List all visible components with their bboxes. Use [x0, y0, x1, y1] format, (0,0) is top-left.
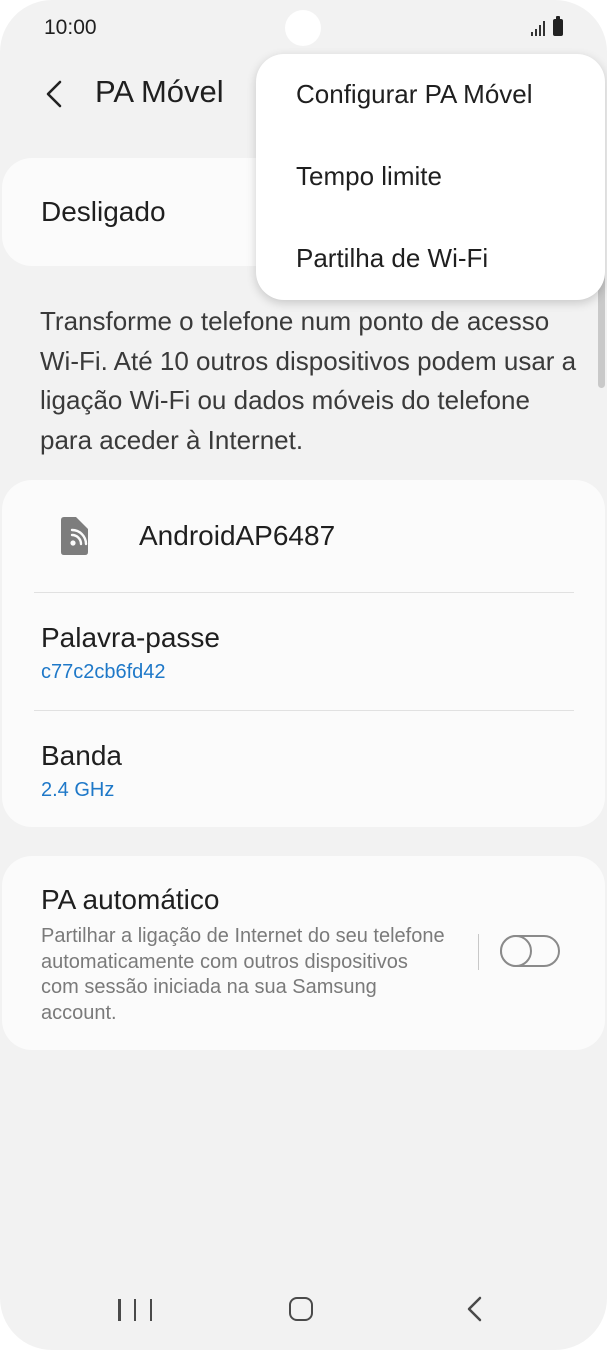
phone-screen: 10:00 PA Móvel Desligado Transforme o te…: [0, 0, 607, 1350]
band-value: 2.4 GHz: [41, 779, 115, 801]
toggle-divider: [478, 934, 479, 970]
navigation-bar: [0, 1270, 607, 1350]
divider: [34, 592, 574, 593]
chevron-left-icon: [46, 80, 62, 108]
back-nav-button[interactable]: [460, 1294, 490, 1324]
auto-hotspot-toggle[interactable]: [500, 935, 560, 967]
password-value: c77c2cb6fd42: [41, 661, 166, 683]
recents-button[interactable]: [118, 1292, 152, 1328]
menu-item-wifi-sharing[interactable]: Partilha de Wi-Fi: [256, 218, 605, 300]
toggle-knob: [500, 935, 532, 967]
auto-hotspot-description: Partilhar a ligação de Internet do seu t…: [41, 925, 445, 1024]
auto-hotspot-card[interactable]: PA automático Partilhar a ligação de Int…: [2, 856, 605, 1050]
recents-icon: [118, 1299, 121, 1321]
hotspot-phone-icon: [61, 517, 88, 555]
hotspot-details-card: AndroidAP6487 Palavra-passe c77c2cb6fd42…: [2, 480, 605, 827]
network-name-row[interactable]: AndroidAP6487: [2, 480, 605, 592]
network-name: AndroidAP6487: [139, 520, 336, 551]
home-button[interactable]: [289, 1297, 313, 1321]
auto-hotspot-title: PA automático: [41, 884, 220, 915]
menu-item-configure-hotspot[interactable]: Configurar PA Móvel: [256, 54, 605, 136]
signal-icon: [531, 20, 545, 36]
band-label: Banda: [41, 740, 122, 771]
status-bar: 10:00: [0, 0, 607, 56]
divider: [34, 710, 574, 711]
menu-item-label: Tempo limite: [296, 161, 442, 191]
password-label: Palavra-passe: [41, 622, 220, 653]
menu-item-label: Configurar PA Móvel: [296, 79, 533, 109]
hotspot-switch-label: Desligado: [41, 196, 166, 227]
menu-item-timeout[interactable]: Tempo limite: [256, 136, 605, 218]
camera-cutout: [285, 10, 321, 46]
hotspot-description: Transforme o telefone num ponto de acess…: [40, 306, 577, 455]
menu-item-label: Partilha de Wi-Fi: [296, 243, 489, 273]
battery-icon: [553, 16, 563, 36]
back-button[interactable]: [32, 72, 76, 116]
status-time: 10:00: [44, 16, 97, 39]
overflow-menu: Configurar PA Móvel Tempo limite Partilh…: [256, 54, 605, 300]
status-icons: [531, 16, 563, 36]
page-title: PA Móvel: [95, 74, 224, 109]
